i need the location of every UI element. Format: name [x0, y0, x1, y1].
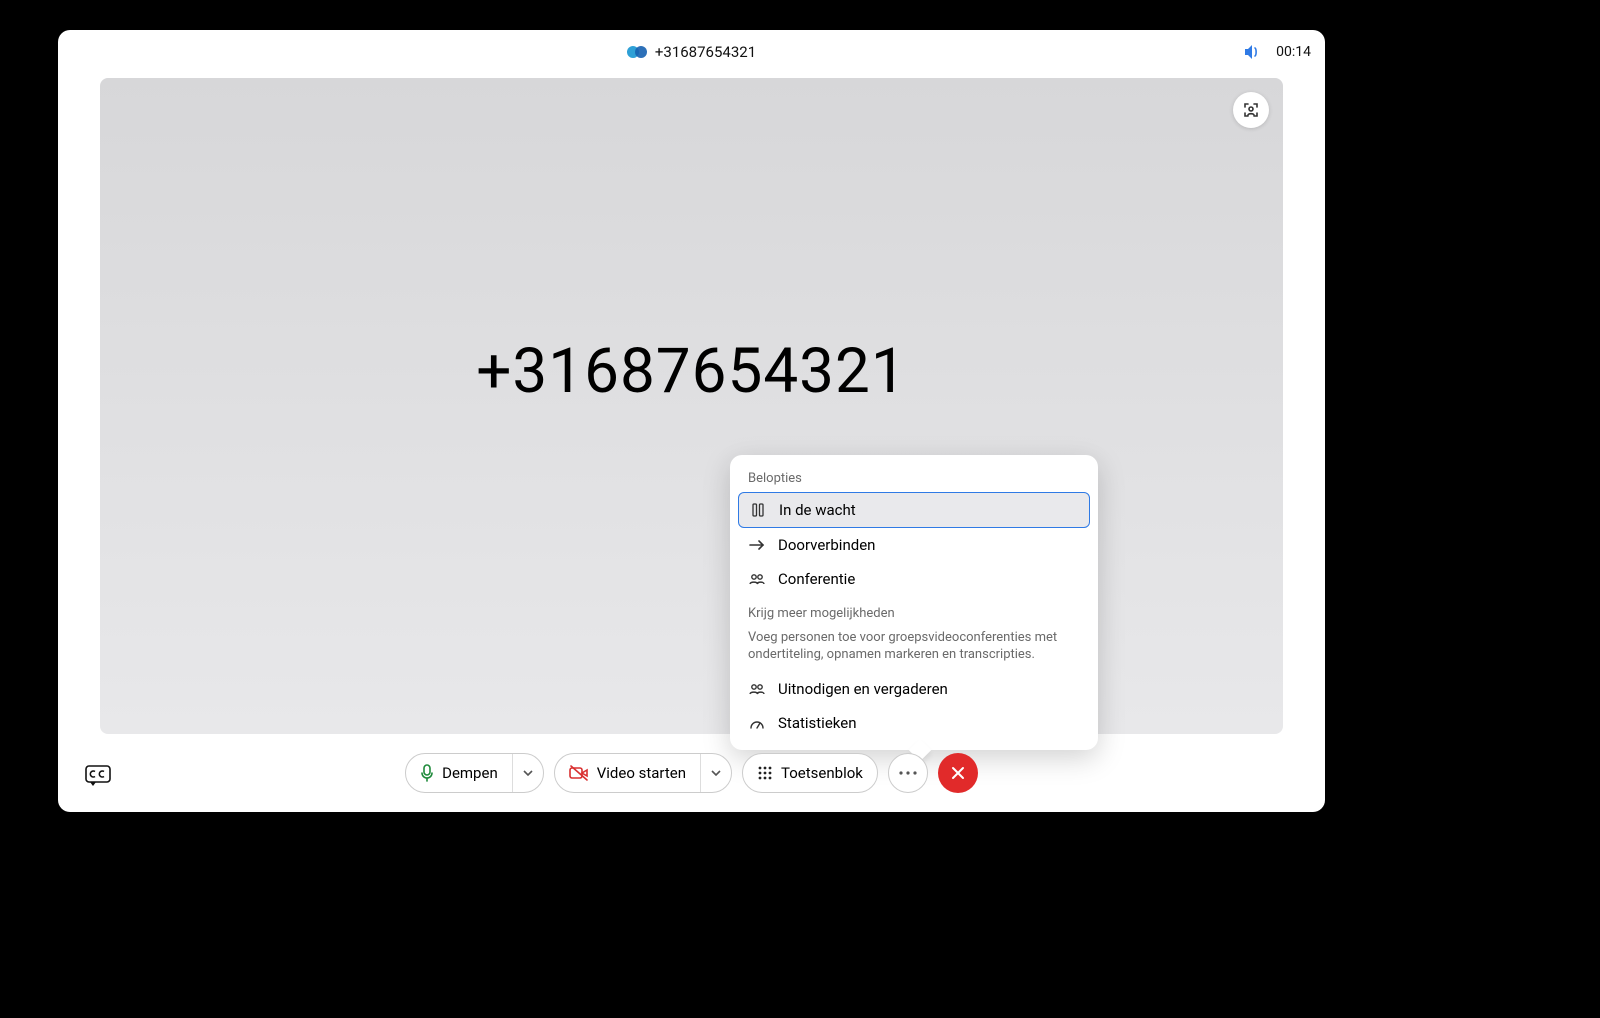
- mute-button[interactable]: Dempen: [405, 753, 544, 793]
- start-video-label: Video starten: [597, 764, 686, 782]
- menu-item-label: Conferentie: [778, 570, 855, 588]
- menu-item-invite[interactable]: Uitnodigen en vergaderen: [738, 672, 1090, 706]
- ellipsis-icon: [899, 771, 917, 775]
- closed-captions-button[interactable]: [82, 762, 114, 790]
- call-controls: Dempen Video starten Toetsenblok: [58, 734, 1325, 812]
- arrow-right-icon: [748, 539, 766, 551]
- dialpad-icon: [757, 765, 773, 781]
- caller-display-name: +31687654321: [476, 335, 906, 408]
- menu-item-transfer[interactable]: Doorverbinden: [738, 528, 1090, 562]
- chevron-down-icon[interactable]: [700, 754, 721, 792]
- window-title: +31687654321: [655, 43, 756, 61]
- self-view-icon: [1242, 101, 1260, 119]
- mute-button-label: Dempen: [442, 764, 498, 782]
- menu-section-more-desc: Voeg personen toe voor groepsvideoconfer…: [738, 627, 1090, 672]
- pause-icon: [749, 503, 767, 517]
- titlebar: +31687654321 00:14: [58, 30, 1325, 74]
- speaker-icon[interactable]: [1244, 44, 1262, 60]
- more-options-button[interactable]: [888, 753, 928, 793]
- menu-item-label: Doorverbinden: [778, 536, 875, 554]
- webex-logo-icon: [627, 42, 647, 62]
- keypad-button[interactable]: Toetsenblok: [742, 753, 878, 793]
- keypad-button-label: Toetsenblok: [781, 764, 863, 782]
- menu-item-conference[interactable]: Conferentie: [738, 562, 1090, 596]
- menu-item-label: Statistieken: [778, 714, 856, 732]
- video-off-icon: [569, 765, 589, 781]
- chevron-down-icon[interactable]: [512, 754, 533, 792]
- microphone-icon: [420, 764, 434, 782]
- people-icon: [748, 683, 766, 695]
- end-call-button[interactable]: [938, 753, 978, 793]
- menu-section-more: Krijg meer mogelijkheden: [738, 602, 1090, 627]
- close-icon: [951, 766, 965, 780]
- people-icon: [748, 573, 766, 585]
- video-stage: +31687654321: [100, 78, 1283, 734]
- call-timer: 00:14: [1276, 44, 1311, 60]
- menu-item-hold[interactable]: In de wacht: [738, 492, 1090, 528]
- start-video-button[interactable]: Video starten: [554, 753, 732, 793]
- menu-section-call-options: Belopties: [738, 467, 1090, 492]
- menu-item-label: In de wacht: [779, 501, 856, 519]
- menu-item-label: Uitnodigen en vergaderen: [778, 680, 948, 698]
- cc-icon: [85, 765, 111, 787]
- more-options-menu: Belopties In de wacht Doorverbinden Conf…: [730, 455, 1098, 750]
- gauge-icon: [748, 716, 766, 730]
- call-window: +31687654321 00:14 +31687654321 Beloptie…: [58, 30, 1325, 812]
- self-view-toggle[interactable]: [1233, 92, 1269, 128]
